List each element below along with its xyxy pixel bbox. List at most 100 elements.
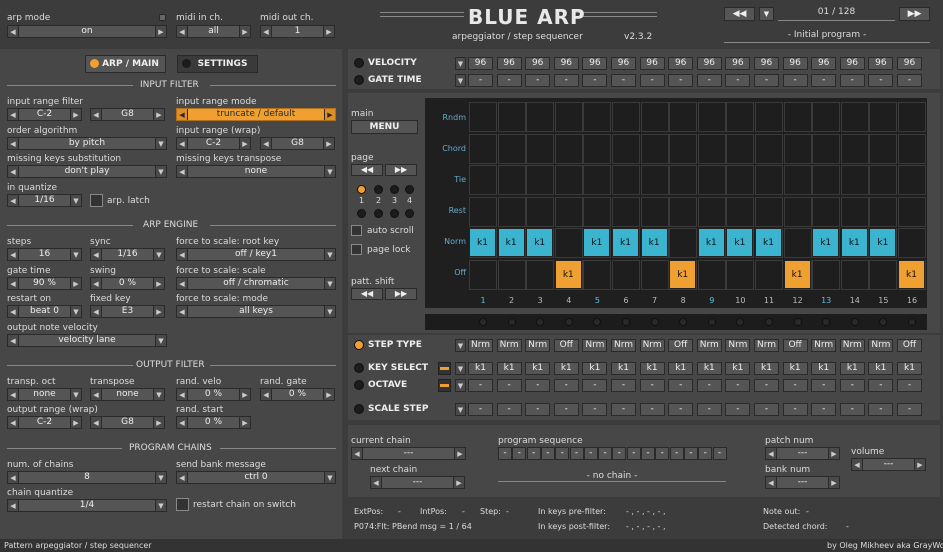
scale-control[interactable]: ◀ off / chromatic ▼ — [176, 277, 336, 290]
grid-cell[interactable] — [554, 196, 583, 227]
lane-cell[interactable]: 96 — [582, 57, 608, 70]
chevron-down-icon[interactable]: ▼ — [70, 195, 81, 206]
restart-on-control[interactable]: ◀ beat 0 ▼ — [7, 305, 82, 318]
chevron-down-icon[interactable]: ▼ — [324, 278, 335, 289]
shift-left-button[interactable]: ◀◀ — [351, 288, 383, 300]
lane-cell[interactable]: - — [811, 379, 837, 392]
arrow-right-icon[interactable]: ▶ — [239, 26, 250, 37]
grid-cell[interactable] — [669, 196, 698, 227]
grid-cell[interactable] — [840, 102, 869, 132]
arrow-right-icon[interactable]: ▶ — [828, 477, 839, 488]
page-dot-4[interactable] — [405, 185, 414, 194]
grid-cell[interactable] — [640, 133, 669, 164]
lane-cell[interactable]: k1 — [725, 362, 751, 375]
menu-button[interactable]: MENU — [351, 120, 418, 134]
lane-cell[interactable]: - — [897, 403, 922, 416]
arrow-right-icon[interactable]: ▶ — [914, 459, 925, 470]
lane-cell[interactable]: Nrm — [839, 339, 865, 352]
arrow-left-icon[interactable]: ◀ — [352, 448, 363, 459]
page-dot-6[interactable] — [374, 209, 383, 218]
lane-cell[interactable]: - — [696, 403, 722, 416]
lane-cell[interactable]: - — [611, 74, 636, 87]
lane-cell[interactable]: - — [868, 403, 894, 416]
key-select-toggle[interactable] — [438, 362, 451, 375]
lane-cell[interactable]: - — [668, 403, 694, 416]
lane-cell[interactable]: Nrm — [696, 339, 722, 352]
arrow-right-icon[interactable]: ▶ — [153, 278, 164, 289]
grid-cell[interactable] — [497, 133, 526, 164]
arrow-right-icon[interactable]: ▶ — [239, 389, 250, 400]
step-key-block[interactable]: k1 — [755, 228, 782, 257]
lane-cell[interactable]: 96 — [725, 57, 751, 70]
input-wrap-hi[interactable]: ◀ G8 ▶ — [260, 137, 335, 150]
arrow-left-icon[interactable]: ◀ — [91, 389, 102, 400]
chevron-down-icon[interactable]: ▼ — [155, 166, 166, 177]
lane-cell[interactable]: k1 — [897, 362, 922, 375]
lane-cell[interactable]: - — [468, 74, 493, 87]
lane-cell[interactable]: k1 — [754, 362, 779, 375]
grid-cell[interactable] — [583, 165, 612, 195]
grid-cell[interactable] — [583, 133, 612, 164]
lane-cell[interactable]: 96 — [811, 57, 837, 70]
lane-cell[interactable]: - — [725, 379, 751, 392]
grid-cell[interactable] — [612, 259, 640, 290]
grid-cell[interactable] — [669, 165, 698, 195]
lane-cell[interactable]: - — [696, 74, 722, 87]
chevron-down-icon[interactable]: ▼ — [324, 166, 335, 177]
grid-cell[interactable] — [469, 102, 497, 132]
lane-dropdown[interactable]: ▼ — [455, 379, 466, 392]
grid-cell[interactable] — [497, 165, 526, 195]
step-key-block[interactable]: k1 — [583, 228, 611, 257]
lane-cell[interactable]: k1 — [696, 362, 722, 375]
grid-cell[interactable] — [755, 102, 783, 132]
lane-cell[interactable]: 96 — [668, 57, 694, 70]
lane-cell[interactable]: Nrm — [611, 339, 636, 352]
arrow-right-icon[interactable]: ▶ — [828, 448, 839, 459]
page-dot-7[interactable] — [390, 209, 399, 218]
arrow-left-icon[interactable]: ◀ — [8, 335, 19, 346]
arrow-left-icon[interactable]: ◀ — [8, 417, 19, 428]
arrow-left-icon[interactable]: ◀ — [177, 166, 188, 177]
step-key-block[interactable]: k1 — [783, 259, 811, 289]
grid-cell[interactable] — [898, 196, 926, 227]
lane-cell[interactable]: - — [868, 74, 894, 87]
grid-cell[interactable] — [469, 259, 497, 290]
auto-scroll-checkbox[interactable] — [351, 225, 362, 236]
lane-cell[interactable]: - — [782, 379, 808, 392]
lane-cell[interactable]: - — [811, 74, 837, 87]
step-key-block[interactable]: k1 — [669, 259, 697, 289]
grid-cell[interactable] — [669, 102, 698, 132]
grid-cell[interactable] — [783, 165, 812, 195]
arrow-left-icon[interactable]: ◀ — [91, 249, 102, 260]
lane-cell[interactable]: 96 — [525, 57, 551, 70]
arrow-left-icon[interactable]: ◀ — [766, 448, 777, 459]
grid-cell[interactable] — [526, 133, 555, 164]
lane-cell[interactable]: k1 — [611, 362, 636, 375]
lane-cell[interactable]: - — [639, 403, 665, 416]
grid-cell[interactable] — [469, 133, 497, 164]
arrow-right-icon[interactable]: ▶ — [239, 138, 250, 149]
grid-cell[interactable] — [812, 102, 841, 132]
arrow-right-icon[interactable]: ▶ — [153, 109, 164, 120]
lane-cell[interactable]: k1 — [839, 362, 865, 375]
lane-cell[interactable]: - — [496, 403, 522, 416]
lane-cell[interactable]: - — [582, 379, 608, 392]
lane-cell[interactable]: 96 — [496, 57, 522, 70]
lane-cell[interactable]: k1 — [525, 362, 551, 375]
arrow-left-icon[interactable]: ◀ — [8, 195, 19, 206]
chevron-down-icon[interactable]: ▼ — [456, 404, 465, 415]
grid-cell[interactable] — [755, 259, 783, 290]
lane-cell[interactable]: - — [754, 74, 779, 87]
program-dropdown-button[interactable]: ▼ — [759, 7, 774, 21]
sequence-cell[interactable]: - — [612, 447, 627, 460]
arrow-left-icon[interactable]: ◀ — [8, 389, 19, 400]
sequence-cell[interactable]: - — [540, 447, 555, 460]
grid-cell[interactable] — [554, 102, 583, 132]
grid-cell[interactable] — [812, 165, 841, 195]
arrow-left-icon[interactable]: ◀ — [766, 477, 777, 488]
lane-cell[interactable]: 96 — [553, 57, 579, 70]
lane-cell[interactable]: - — [553, 403, 579, 416]
step-key-block[interactable]: k1 — [497, 228, 525, 257]
step-key-block[interactable]: k1 — [640, 228, 668, 257]
arrow-right-icon[interactable]: ▶ — [323, 138, 334, 149]
